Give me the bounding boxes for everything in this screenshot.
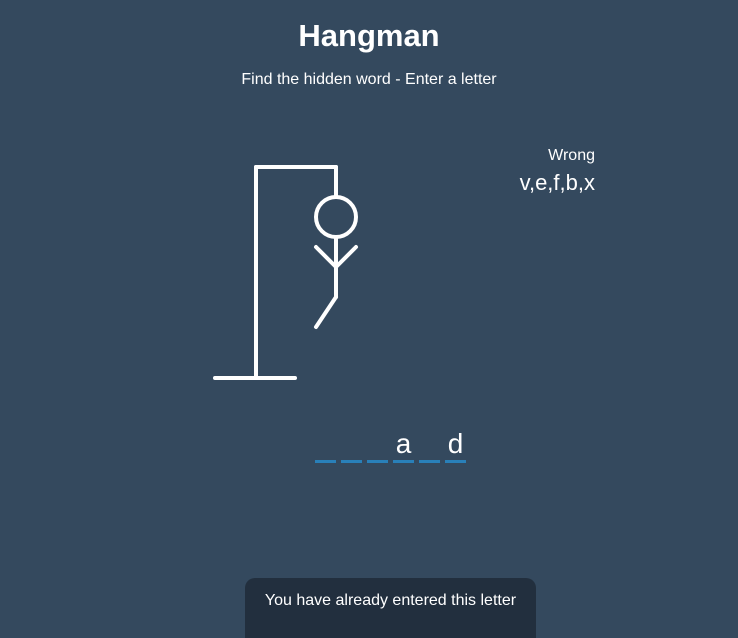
game-title: Hangman [298, 18, 440, 53]
hangman-figure [213, 165, 358, 380]
notification-message: You have already entered this letter [264, 592, 517, 609]
letter-slot: a [393, 424, 414, 463]
game-instructions: Find the hidden word - Enter a letter [241, 71, 497, 88]
wrong-letters-list: v,e,f,b,x [519, 170, 595, 195]
letter-slot [341, 424, 362, 463]
letter-slot [315, 424, 336, 463]
hangman-right-arm [334, 245, 358, 269]
notification-toast: You have already entered this letter [245, 578, 536, 638]
hangman-head [314, 195, 358, 239]
wrong-letters-label: Wrong [548, 147, 595, 164]
letter-slot [419, 424, 440, 463]
hangman-left-arm [314, 245, 338, 269]
hidden-word: a d [315, 424, 466, 463]
letter-slot: d [445, 424, 466, 463]
wrong-letters-panel: Wrong v,e,f,b,x [520, 147, 595, 196]
letter-slot [367, 424, 388, 463]
hangman-left-leg [314, 295, 338, 329]
